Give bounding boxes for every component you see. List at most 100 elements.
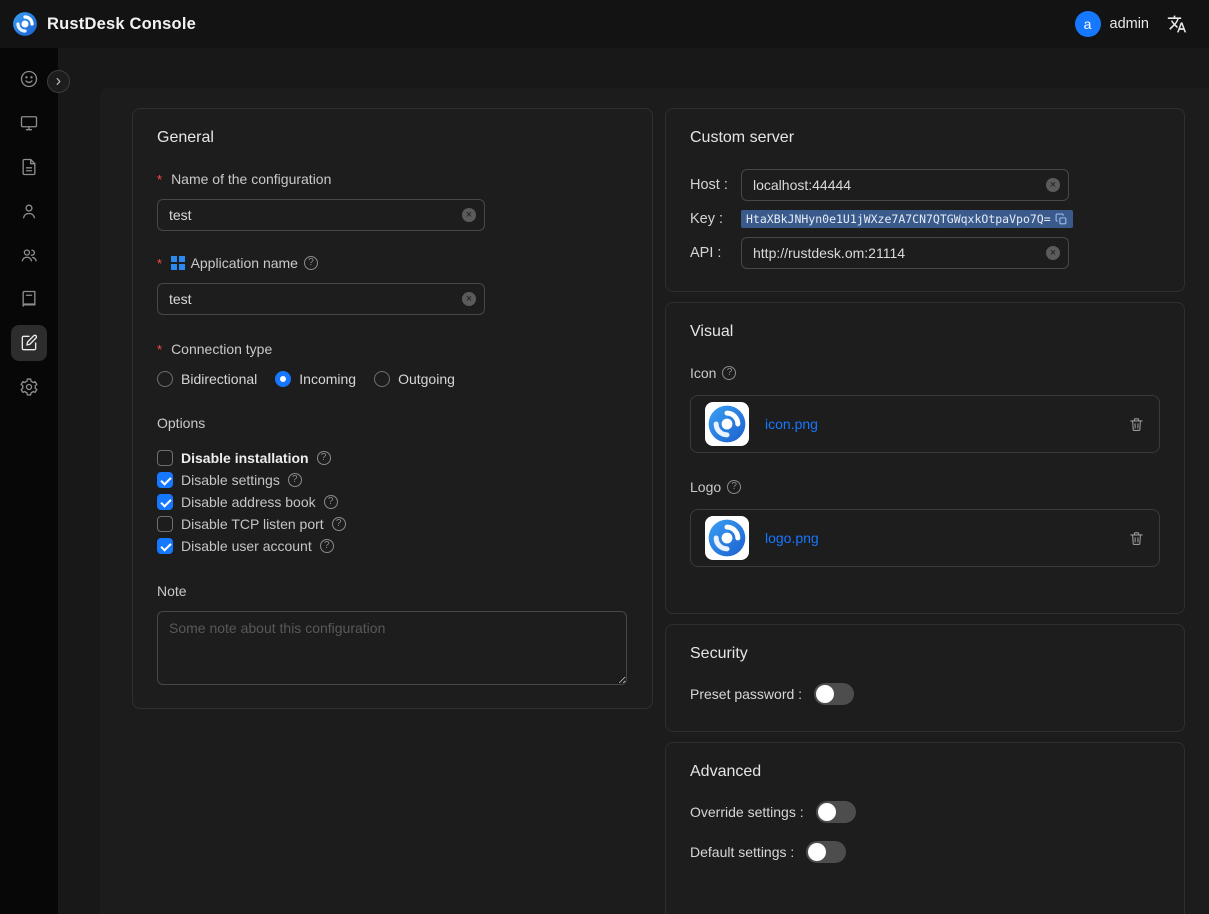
default-settings-row: Default settings : <box>690 841 1160 863</box>
user-icon <box>11 193 47 229</box>
custom-server-title: Custom server <box>690 129 1160 147</box>
default-settings-label: Default settings : <box>690 844 794 860</box>
sidebar-item-users[interactable] <box>7 189 51 233</box>
radio-incoming[interactable]: Incoming <box>275 371 356 387</box>
gear-icon <box>11 369 47 405</box>
help-icon[interactable] <box>324 495 338 509</box>
sidebar-item-custom-client[interactable] <box>7 321 51 365</box>
edit-icon <box>11 325 47 361</box>
note-label: Note <box>157 583 628 599</box>
host-row: Host : <box>690 169 1160 201</box>
api-label: API : <box>690 245 741 261</box>
copy-icon[interactable] <box>1055 213 1068 226</box>
sidebar-item-settings[interactable] <box>7 365 51 409</box>
general-card: General Name of the configuration Applic… <box>132 108 653 709</box>
host-label: Host : <box>690 177 741 193</box>
help-icon[interactable] <box>332 517 346 531</box>
override-settings-toggle[interactable] <box>816 801 856 823</box>
logo-preview-image <box>705 516 749 560</box>
monitor-icon <box>11 105 47 141</box>
rustdesk-logo-icon <box>12 11 38 37</box>
sidebar-item-documents[interactable] <box>7 145 51 189</box>
icon-file-row: icon.png <box>690 395 1160 453</box>
topbar-right: a admin <box>1075 11 1188 37</box>
clear-icon[interactable] <box>1046 178 1060 192</box>
toggle-knob <box>808 843 826 861</box>
logo-file-row: logo.png <box>690 509 1160 567</box>
topbar: RustDesk Console a admin <box>0 0 1209 48</box>
sidebar <box>0 48 58 914</box>
icon-file-link[interactable]: icon.png <box>765 416 818 432</box>
toggle-knob <box>816 685 834 703</box>
help-icon[interactable] <box>722 366 736 380</box>
sidebar-item-welcome[interactable] <box>7 57 51 101</box>
sidebar-collapse-button[interactable] <box>47 70 70 93</box>
app-title: RustDesk Console <box>47 15 196 34</box>
checkbox-box[interactable] <box>157 494 173 510</box>
clear-icon[interactable] <box>462 208 476 222</box>
help-icon[interactable] <box>288 473 302 487</box>
checkbox-box[interactable] <box>157 538 173 554</box>
users-icon <box>11 237 47 273</box>
checkbox-disable-address-book[interactable]: Disable address book <box>157 491 628 513</box>
file-icon <box>11 149 47 185</box>
key-value: HtaXBkJNHyn0e1U1jWXze7A7CN7QTGWqxkOtpaVp… <box>746 212 1051 226</box>
checkbox-disable-tcp-listen-port[interactable]: Disable TCP listen port <box>157 513 628 535</box>
translate-icon[interactable] <box>1167 14 1187 34</box>
icon-preview-image <box>705 402 749 446</box>
api-input[interactable] <box>741 237 1069 269</box>
checkbox-box[interactable] <box>157 472 173 488</box>
override-settings-row: Override settings : <box>690 801 1160 823</box>
preset-password-toggle[interactable] <box>814 683 854 705</box>
icon-label: Icon <box>690 365 1160 381</box>
config-name-input[interactable] <box>157 199 485 231</box>
checkbox-disable-user-account[interactable]: Disable user account <box>157 535 628 557</box>
default-settings-toggle[interactable] <box>806 841 846 863</box>
radio-outgoing[interactable]: Outgoing <box>374 371 455 387</box>
main-panel: General Name of the configuration Applic… <box>100 88 1209 914</box>
radio-circle[interactable] <box>374 371 390 387</box>
host-field <box>741 169 1069 201</box>
clear-icon[interactable] <box>462 292 476 306</box>
preset-password-label: Preset password : <box>690 686 802 702</box>
checkbox-disable-settings[interactable]: Disable settings <box>157 469 628 491</box>
connection-type-label: Connection type <box>157 341 628 357</box>
delete-icon[interactable] <box>1128 530 1145 547</box>
help-icon[interactable] <box>320 539 334 553</box>
connection-type-group: Bidirectional Incoming Outgoing <box>157 371 628 387</box>
checkbox-disable-installation[interactable]: Disable installation <box>157 447 628 469</box>
help-icon[interactable] <box>727 480 741 494</box>
clear-icon[interactable] <box>1046 246 1060 260</box>
radio-bidirectional[interactable]: Bidirectional <box>157 371 257 387</box>
advanced-card: Advanced Override settings : Default set… <box>665 742 1185 914</box>
key-row: Key : HtaXBkJNHyn0e1U1jWXze7A7CN7QTGWqxk… <box>690 210 1160 228</box>
override-settings-label: Override settings : <box>690 804 804 820</box>
note-textarea[interactable] <box>157 611 627 685</box>
security-title: Security <box>690 645 1160 663</box>
options-list: Disable installation Disable settings Di <box>157 447 628 557</box>
chevron-right-icon <box>52 75 65 88</box>
avatar[interactable]: a <box>1075 11 1101 37</box>
windows-icon <box>171 256 185 270</box>
logo-file-link[interactable]: logo.png <box>765 530 819 546</box>
host-input[interactable] <box>741 169 1069 201</box>
checkbox-box[interactable] <box>157 450 173 466</box>
radio-circle[interactable] <box>275 371 291 387</box>
checkbox-box[interactable] <box>157 516 173 532</box>
config-name-field <box>157 199 485 231</box>
application-name-input[interactable] <box>157 283 485 315</box>
preset-password-row: Preset password : <box>690 683 1160 705</box>
book-icon <box>11 281 47 317</box>
user-menu[interactable]: a admin <box>1075 11 1150 37</box>
help-icon[interactable] <box>304 256 318 270</box>
options-label: Options <box>157 415 628 431</box>
delete-icon[interactable] <box>1128 416 1145 433</box>
sidebar-item-audit-log[interactable] <box>7 277 51 321</box>
sidebar-item-devices[interactable] <box>7 101 51 145</box>
help-icon[interactable] <box>317 451 331 465</box>
visual-title: Visual <box>690 323 1160 341</box>
radio-circle[interactable] <box>157 371 173 387</box>
api-field <box>741 237 1069 269</box>
logo-label: Logo <box>690 479 1160 495</box>
sidebar-item-groups[interactable] <box>7 233 51 277</box>
